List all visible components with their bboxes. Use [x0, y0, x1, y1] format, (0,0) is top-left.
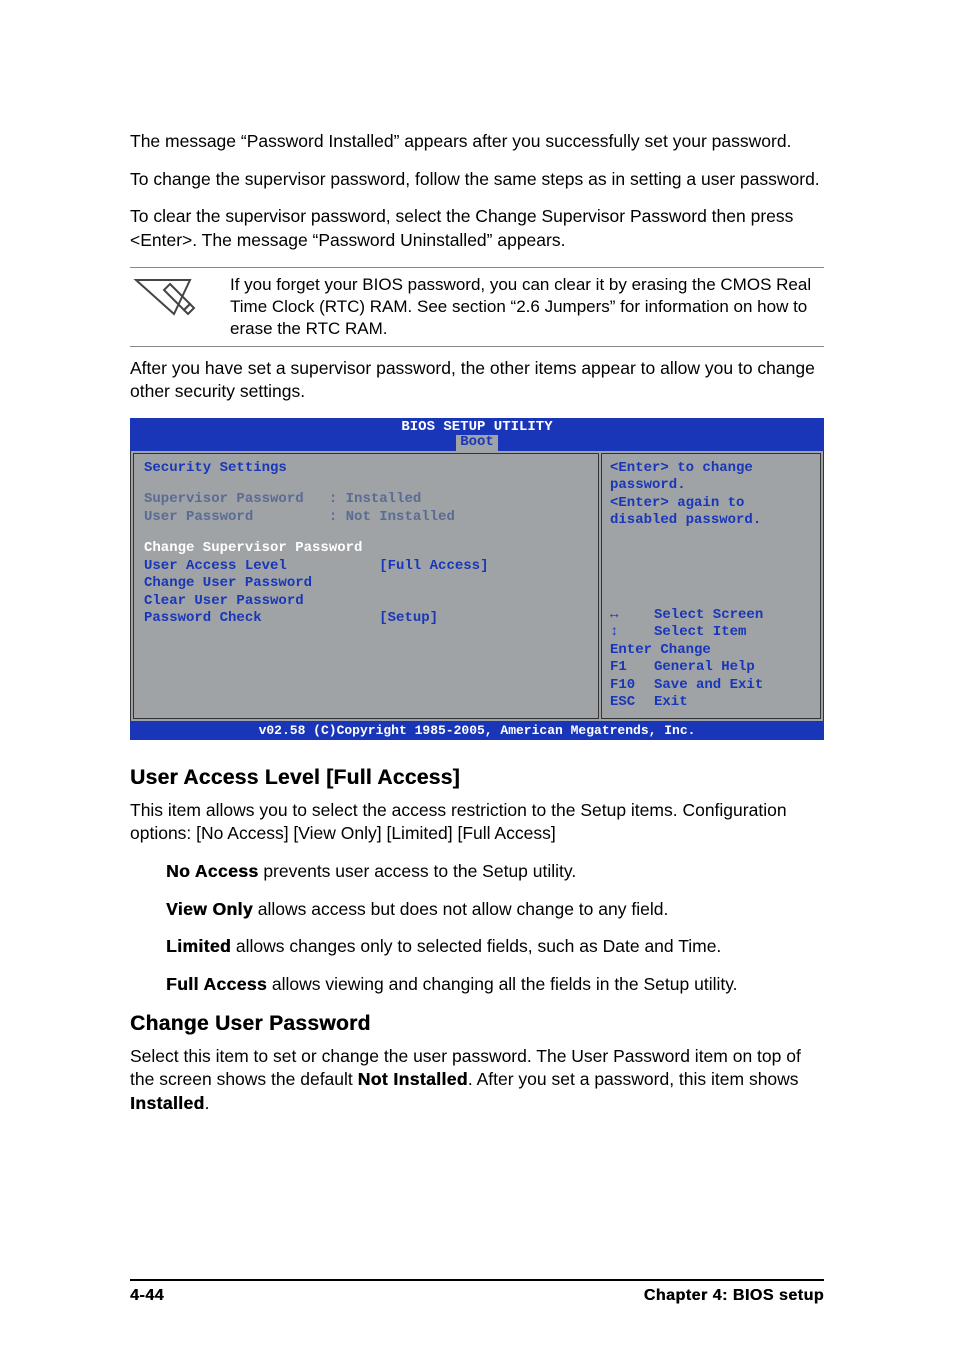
bios-item-change-user: Change User Password	[144, 575, 588, 593]
heading-user-access-level: User Access Level [Full Access]	[130, 764, 824, 792]
option-text: allows viewing and changing all the fiel…	[267, 974, 738, 994]
note-pencil-icon	[130, 274, 200, 326]
paragraph: Select this item to set or change the us…	[130, 1045, 824, 1116]
paragraph: To clear the supervisor password, select…	[130, 205, 824, 252]
bios-left-panel: Security Settings Supervisor Password : …	[133, 453, 599, 719]
heading-change-user-password: Change User Password	[130, 1010, 824, 1038]
paragraph: To change the supervisor password, follo…	[130, 168, 824, 192]
bios-screenshot: BIOS SETUP UTILITY Boot Security Setting…	[130, 418, 824, 740]
bios-item-clear-user: Clear User Password	[144, 593, 588, 611]
paragraph: This item allows you to select the acces…	[130, 799, 824, 846]
option-text: prevents user access to the Setup utilit…	[258, 861, 576, 881]
bios-help-line: <Enter> again to	[610, 495, 812, 513]
option-limited: Limited	[166, 936, 231, 956]
paragraph: After you have set a supervisor password…	[130, 357, 824, 404]
option-text: allows changes only to selected fields, …	[231, 936, 721, 956]
arrows-ud-icon: ↕	[610, 624, 654, 642]
bios-supervisor-row: Supervisor Password : Installed	[144, 491, 588, 509]
bios-item-change-supervisor: Change Supervisor Password	[144, 540, 588, 558]
option-full-access: Full Access	[166, 974, 267, 994]
bios-userpw-row: User Password : Not Installed	[144, 509, 588, 527]
divider	[130, 346, 824, 347]
bios-key-help: ↔ Select Screen ↕ Select Item Enter Chan…	[610, 607, 812, 712]
bios-help-panel: <Enter> to change password. <Enter> agai…	[601, 453, 821, 719]
option-list: No Access prevents user access to the Se…	[130, 860, 824, 997]
page-number: 4-44	[130, 1285, 164, 1307]
divider	[130, 267, 824, 268]
bios-footer: v02.58 (C)Copyright 1985-2005, American …	[130, 721, 824, 741]
option-text: allows access but does not allow change …	[253, 899, 668, 919]
bios-item-user-access-level: User Access Level [Full Access]	[144, 558, 588, 576]
bios-help-line: disabled password.	[610, 512, 812, 530]
note-text: If you forget your BIOS password, you ca…	[230, 274, 824, 340]
option-no-access: No Access	[166, 861, 258, 881]
chapter-label: Chapter 4: BIOS setup	[644, 1285, 824, 1307]
page-footer: 4-44 Chapter 4: BIOS setup	[0, 1279, 954, 1307]
paragraph: The message “Password Installed” appears…	[130, 130, 824, 154]
bios-section-title: Security Settings	[144, 460, 588, 478]
bios-help-line: <Enter> to change	[610, 460, 812, 478]
bios-tab-boot: Boot	[456, 435, 498, 450]
bios-title: BIOS SETUP UTILITY	[401, 419, 552, 435]
bios-help-line: password.	[610, 477, 812, 495]
note-block: If you forget your BIOS password, you ca…	[130, 274, 824, 340]
option-view-only: View Only	[166, 899, 253, 919]
bios-titlebar: BIOS SETUP UTILITY Boot	[130, 418, 824, 451]
bios-item-password-check: Password Check [Setup]	[144, 610, 588, 628]
arrows-lr-icon: ↔	[610, 607, 654, 625]
